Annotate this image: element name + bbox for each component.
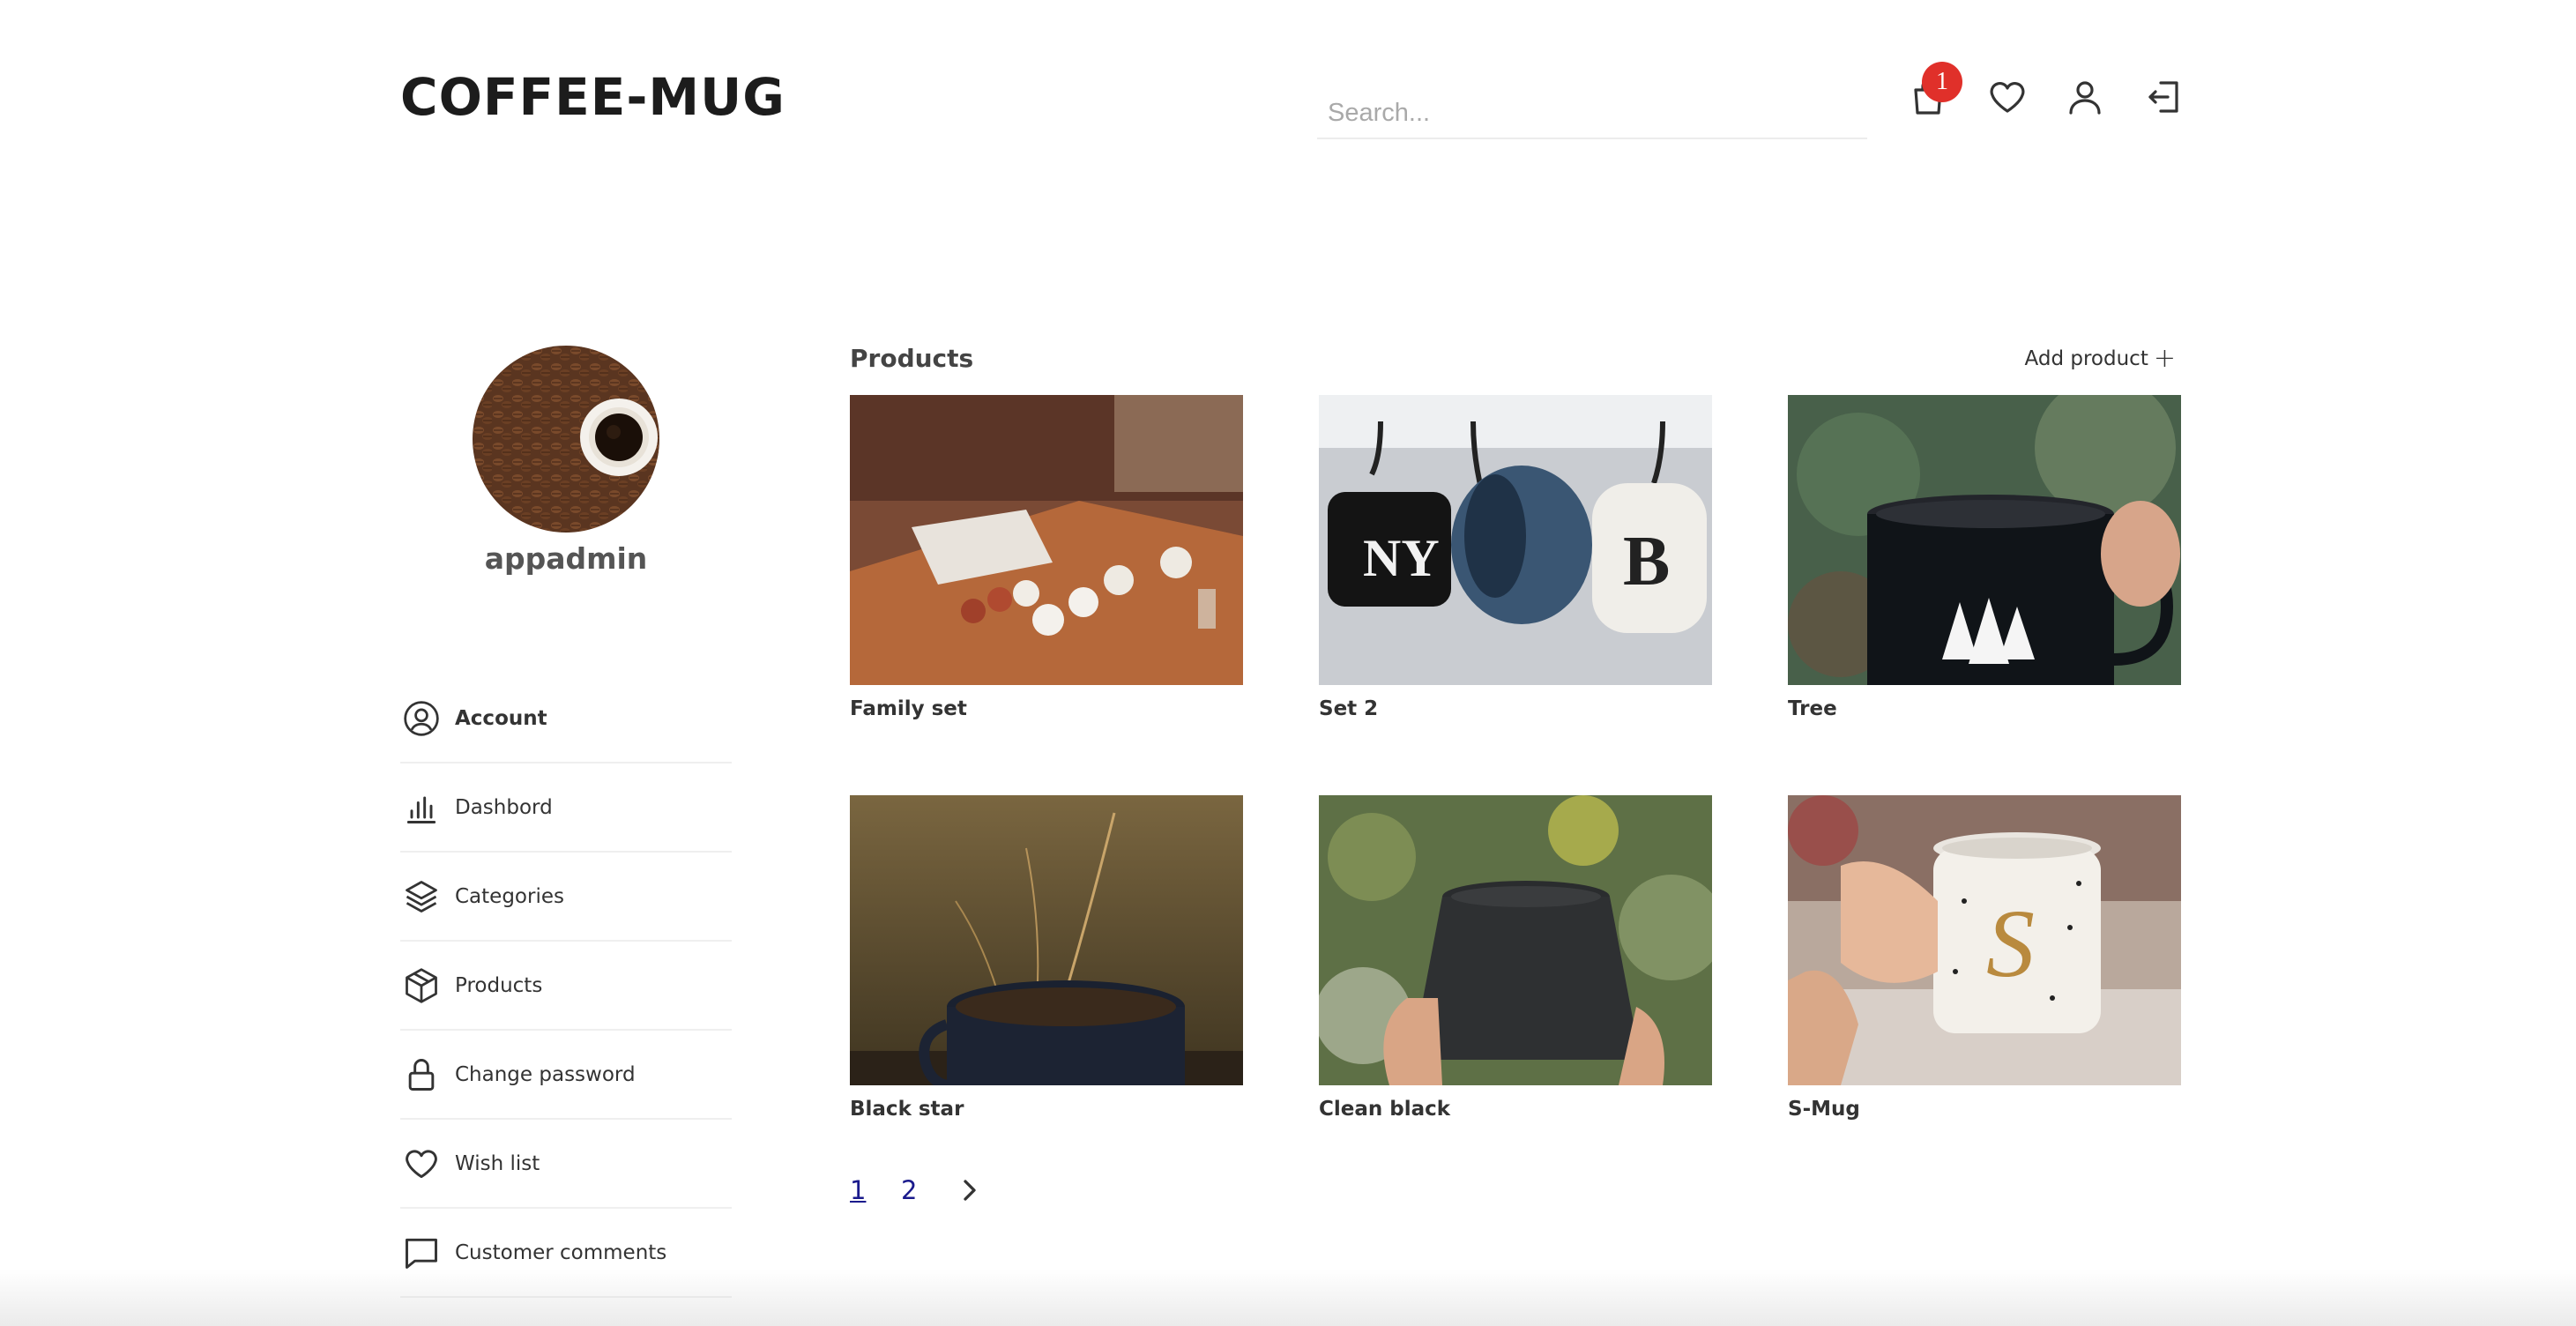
product-name: Black star bbox=[850, 1098, 964, 1121]
sidebar-item-dashboard[interactable]: Dashbord bbox=[400, 764, 732, 853]
layers-icon bbox=[402, 877, 441, 916]
svg-text:B: B bbox=[1623, 523, 1670, 600]
product-image[interactable]: NY B bbox=[1319, 395, 1712, 685]
product-card[interactable]: Clean black bbox=[1319, 795, 1712, 1121]
sidebar-item-products[interactable]: Products bbox=[400, 942, 732, 1031]
logout-button[interactable] bbox=[2143, 76, 2185, 118]
package-icon bbox=[402, 966, 441, 1005]
sidebar-item-categories[interactable]: Categories bbox=[400, 853, 732, 942]
section-title: Products bbox=[850, 344, 974, 373]
logout-icon bbox=[2148, 81, 2178, 113]
next-page-button[interactable] bbox=[952, 1173, 987, 1208]
svg-text:NY: NY bbox=[1363, 529, 1440, 587]
product-card[interactable]: NY B Set 2 bbox=[1319, 395, 1712, 720]
product-image[interactable]: S bbox=[1788, 795, 2181, 1085]
lock-icon bbox=[402, 1055, 441, 1094]
wishlist-button[interactable] bbox=[1986, 76, 2029, 118]
user-icon bbox=[2069, 81, 2101, 115]
profile-username: appadmin bbox=[484, 541, 648, 576]
avatar bbox=[473, 346, 659, 533]
bar-chart-icon bbox=[402, 788, 441, 827]
add-product-label: Add product bbox=[2024, 347, 2148, 370]
product-name: S-Mug bbox=[1788, 1098, 1860, 1121]
heart-icon bbox=[1990, 82, 2025, 113]
sidebar-item-label: Change password bbox=[455, 1062, 636, 1086]
sidebar-item-label: Categories bbox=[455, 884, 564, 908]
product-name: Set 2 bbox=[1319, 697, 1379, 720]
heart-icon bbox=[402, 1144, 441, 1183]
product-name: Family set bbox=[850, 697, 967, 720]
sidebar-item-wish-list[interactable]: Wish list bbox=[400, 1120, 732, 1209]
product-image[interactable] bbox=[850, 795, 1243, 1085]
product-image[interactable] bbox=[1319, 795, 1712, 1085]
sidebar-item-change-password[interactable]: Change password bbox=[400, 1031, 732, 1120]
user-circle-icon bbox=[402, 699, 441, 738]
comment-icon bbox=[402, 1233, 441, 1272]
product-image[interactable] bbox=[850, 395, 1243, 685]
account-button[interactable] bbox=[2064, 76, 2106, 118]
svg-text:S: S bbox=[1986, 890, 2035, 997]
sidebar-item-label: Customer comments bbox=[455, 1240, 667, 1264]
product-card[interactable]: Black star bbox=[850, 795, 1243, 1121]
page-link-1[interactable]: 1 bbox=[850, 1175, 901, 1205]
product-card[interactable]: Tree bbox=[1788, 395, 2181, 720]
sidebar-item-label: Dashbord bbox=[455, 795, 553, 819]
bottom-shadow bbox=[0, 1270, 2576, 1326]
cart-count-badge: 1 bbox=[1922, 62, 1962, 102]
sidebar-item-account[interactable]: Account bbox=[400, 674, 732, 764]
product-name: Clean black bbox=[1319, 1098, 1451, 1121]
product-card[interactable]: S S-Mug bbox=[1788, 795, 2181, 1121]
product-image[interactable] bbox=[1788, 395, 2181, 685]
site-logo[interactable]: COFFEE-MUG bbox=[400, 67, 785, 127]
sidebar-nav: Account Dashbord Categories Products Cha… bbox=[400, 674, 732, 1298]
add-product-button[interactable]: Add product + bbox=[2025, 346, 2176, 372]
sidebar-item-label: Wish list bbox=[455, 1151, 540, 1175]
sidebar-item-label: Products bbox=[455, 973, 543, 997]
product-card[interactable]: Family set bbox=[850, 395, 1243, 720]
search-input[interactable] bbox=[1317, 88, 1867, 139]
sidebar-item-label: Account bbox=[455, 706, 547, 730]
product-name: Tree bbox=[1788, 697, 1837, 720]
page-link-2[interactable]: 2 bbox=[901, 1175, 952, 1205]
chevron-right-icon bbox=[964, 1180, 976, 1201]
pagination: 1 2 bbox=[850, 1173, 987, 1208]
plus-icon: + bbox=[2153, 343, 2176, 374]
